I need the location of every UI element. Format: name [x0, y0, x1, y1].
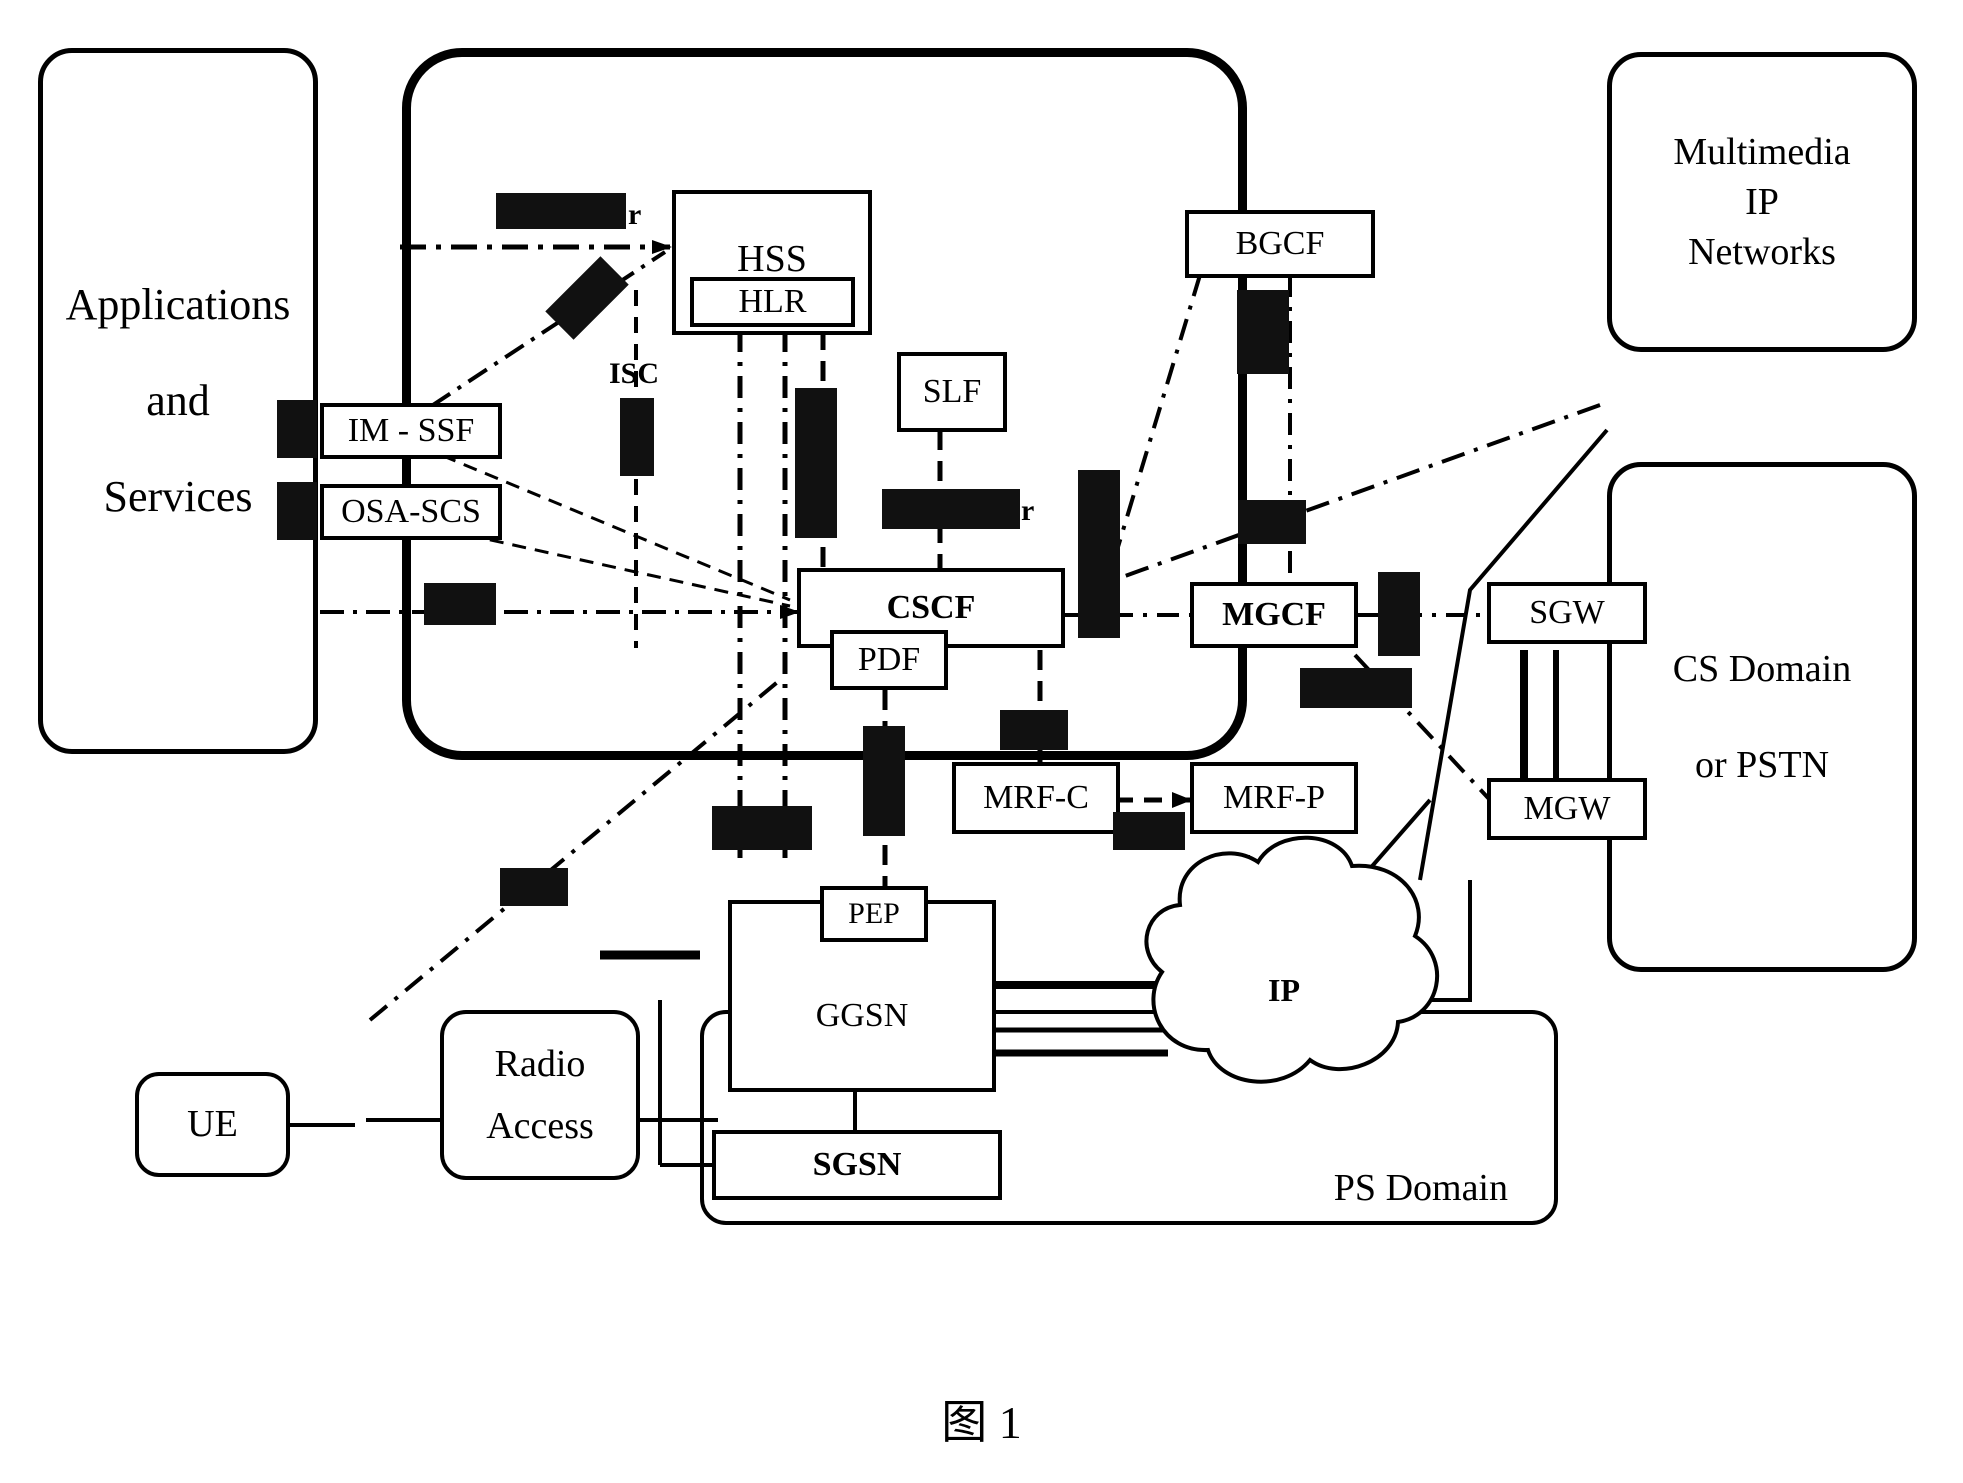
redacted-label-if-hss-apps	[496, 193, 626, 229]
redacted-label-if-dx	[882, 489, 1020, 529]
redacted-label-if-mn	[1300, 668, 1412, 708]
redacted-tail-if-dx: r	[1021, 494, 1035, 527]
redacted-label-if-mj	[1378, 572, 1420, 656]
redacted-label-if-ut	[500, 868, 568, 906]
redacted-label-if-mi	[1238, 500, 1306, 544]
ip-cloud-label: IP	[1268, 972, 1300, 1008]
redacted-label-if-bgcf-down	[1237, 290, 1289, 374]
interface-label-isc: ISC	[609, 357, 660, 390]
redacted-tail-if-hss-apps: r	[628, 198, 642, 231]
redacted-label-if-cx	[795, 388, 837, 538]
redacted-label-if-gm-low	[712, 806, 812, 850]
redacted-label-if-isc-vert	[620, 398, 654, 476]
redacted-label-if-gm-left	[424, 583, 496, 625]
redacted-label-if-go	[863, 726, 905, 836]
redacted-label-if-imssf	[277, 400, 317, 458]
redacted-label-if-osascs	[277, 482, 317, 540]
redacted-label-if-mp	[1113, 812, 1185, 850]
figure-canvas: Applications and Services Multimedia IP …	[0, 0, 1963, 1483]
figure-caption: 图 1	[941, 1397, 1022, 1448]
redacted-label-if-mw	[1078, 470, 1120, 638]
ip-cloud-shape	[1144, 835, 1440, 1084]
redacted-label-if-mr	[1000, 710, 1068, 750]
